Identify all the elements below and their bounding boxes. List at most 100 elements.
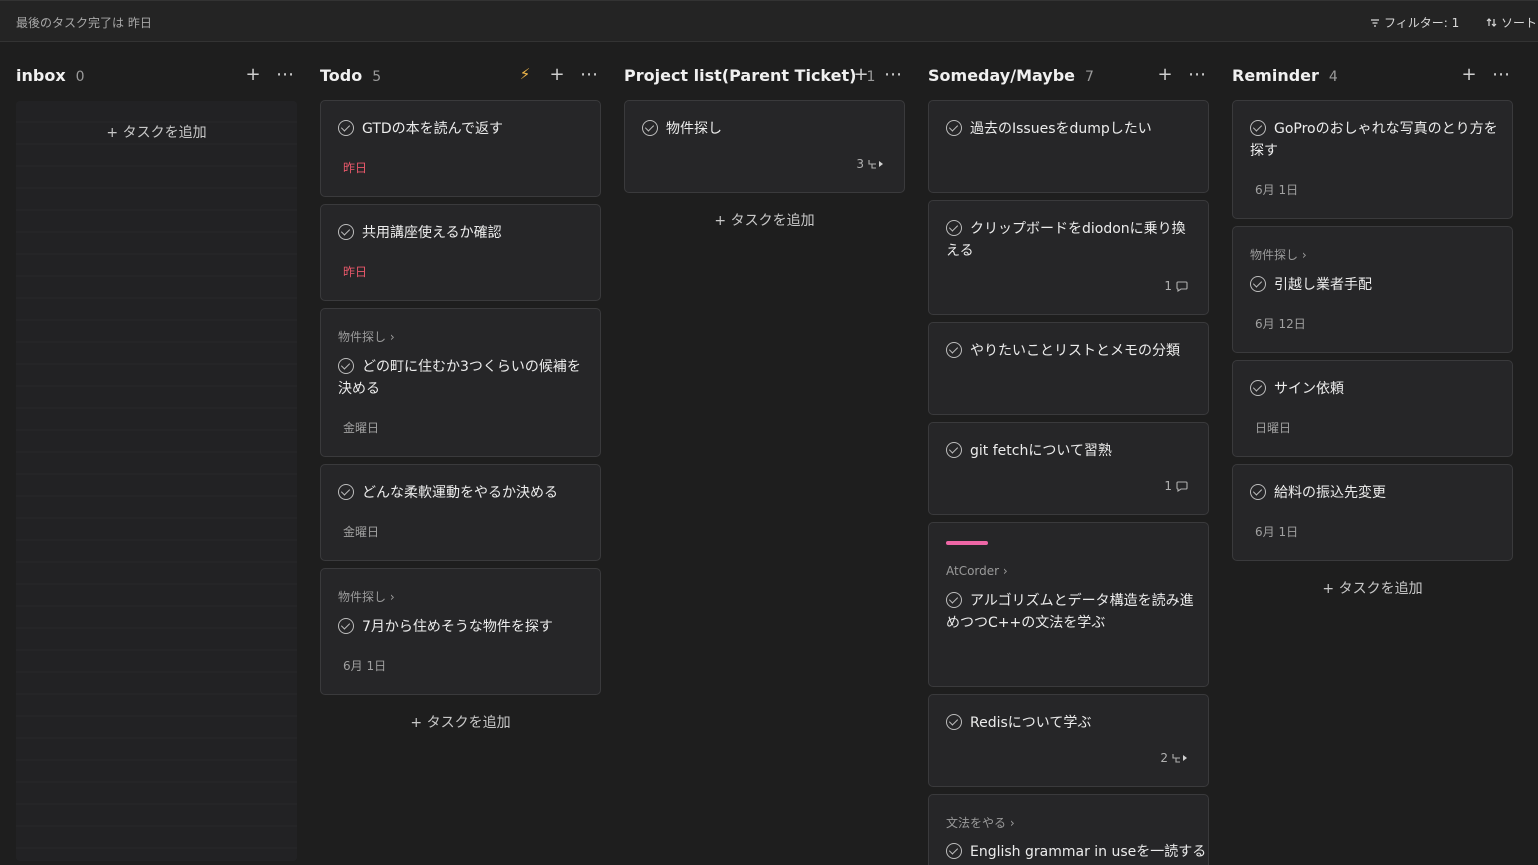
more-icon[interactable]: ⋯ (884, 62, 902, 86)
check-circle-icon[interactable] (1250, 380, 1266, 396)
task-card[interactable]: サイン依頼 日曜日 (1232, 360, 1513, 457)
task-card[interactable]: やりたいことリストとメモの分類 (928, 322, 1209, 415)
column-todo: Todo 5 ⚡ + ⋯ GTDの本を読んで返す 昨日 共用講座使えるか確認 昨日… (320, 42, 602, 731)
task-card[interactable]: どんな柔軟運動をやるか決める 金曜日 (320, 464, 601, 561)
column-title: Someday/Maybe 7 (928, 66, 1094, 85)
task-card[interactable]: 共用講座使えるか確認 昨日 (320, 204, 601, 301)
due-date: 昨日 (343, 161, 368, 175)
comment-count[interactable]: 1 (1164, 279, 1188, 293)
add-task-button[interactable]: + タスクを追加 (624, 210, 905, 230)
add-icon[interactable]: + (1460, 62, 1478, 86)
task-card[interactable]: 物件探し › 引越し業者手配 6月 12日 (1232, 226, 1513, 353)
task-title: どんな柔軟運動をやるか決める (362, 485, 558, 501)
check-circle-icon[interactable] (338, 120, 354, 136)
column-inbox: inbox 0 + ⋯ + タスクを追加 (16, 42, 298, 861)
column-reminder: Reminder 4 + ⋯ GoProのおしゃれな写真のとり方を探す 6月 1日… (1232, 42, 1514, 597)
task-title: GoProのおしゃれな写真のとり方を探す (1250, 121, 1498, 159)
more-icon[interactable]: ⋯ (580, 62, 598, 86)
chevron-right-icon: › (389, 330, 395, 344)
column-count: 4 (1328, 69, 1338, 85)
column-count: 5 (372, 69, 382, 85)
check-circle-icon[interactable] (1250, 484, 1266, 500)
comment-icon (1176, 480, 1188, 492)
chevron-right-icon: › (1301, 248, 1307, 262)
task-card[interactable]: Redisについて学ぶ 2 (928, 694, 1209, 787)
add-task-button[interactable]: + タスクを追加 (1232, 578, 1513, 598)
due-date: 6月 1日 (1255, 183, 1299, 197)
column-someday-maybe: Someday/Maybe 7 + ⋯ 過去のIssuesをdumpしたい クリッ… (928, 42, 1210, 865)
task-card[interactable]: GTDの本を読んで返す 昨日 (320, 100, 601, 197)
check-circle-icon[interactable] (946, 220, 962, 236)
add-icon[interactable]: + (1156, 62, 1174, 86)
column-title: inbox 0 (16, 66, 85, 85)
check-circle-icon[interactable] (946, 342, 962, 358)
subtask-icon (1172, 754, 1187, 763)
parent-task-link[interactable]: 物件探し › (1250, 246, 1307, 263)
task-title: 過去のIssuesをdumpしたい (970, 121, 1152, 137)
column-header: Project list(Parent Ticket) 1 + ⋯ (624, 42, 906, 106)
task-card[interactable]: AtCorder › アルゴリズムとデータ構造を読み進めつつC++の文法を学ぶ (928, 522, 1209, 687)
column-header: inbox 0 + ⋯ (16, 42, 298, 106)
due-date: 日曜日 (1255, 421, 1292, 435)
task-card[interactable]: git fetchについて習熟 1 (928, 422, 1209, 515)
bolt-icon[interactable]: ⚡ (516, 62, 534, 86)
parent-task-link[interactable]: 物件探し › (338, 588, 395, 605)
add-icon[interactable]: + (548, 62, 566, 86)
check-circle-icon[interactable] (338, 618, 354, 634)
parent-task-link[interactable]: AtCorder › (946, 564, 1008, 578)
filter-button[interactable]: フィルター: 1 (1370, 14, 1459, 31)
column-title: Project list(Parent Ticket) 1 (624, 66, 876, 85)
check-circle-icon[interactable] (642, 120, 658, 136)
due-date: 6月 12日 (1255, 317, 1306, 331)
comment-icon (1176, 280, 1188, 292)
parent-task-link[interactable]: 物件探し › (338, 328, 395, 345)
filter-label: フィルター: 1 (1384, 16, 1460, 30)
task-title: GTDの本を読んで返す (362, 121, 503, 137)
check-circle-icon[interactable] (946, 120, 962, 136)
check-circle-icon[interactable] (1250, 276, 1266, 292)
sort-button[interactable]: ソート (1486, 14, 1537, 31)
task-title: 共用講座使えるか確認 (362, 225, 502, 241)
parent-task-link[interactable]: 文法をやる › (946, 814, 1015, 831)
task-card[interactable]: 物件探し › どの町に住むか3つくらいの候補を決める 金曜日 (320, 308, 601, 457)
check-circle-icon[interactable] (946, 843, 962, 859)
check-circle-icon[interactable] (946, 442, 962, 458)
add-icon[interactable]: + (244, 62, 262, 86)
add-task-button[interactable]: + タスクを追加 (320, 712, 601, 732)
column-header: Todo 5 ⚡ + ⋯ (320, 42, 602, 106)
sort-label: ソート (1501, 16, 1538, 30)
check-circle-icon[interactable] (946, 714, 962, 730)
more-icon[interactable]: ⋯ (276, 62, 294, 86)
comment-count[interactable]: 1 (1164, 479, 1188, 493)
check-circle-icon[interactable] (338, 358, 354, 374)
task-title: 7月から住めそうな物件を探す (362, 619, 553, 635)
column-project-list: Project list(Parent Ticket) 1 + ⋯ 物件探し 3 … (624, 42, 906, 229)
check-circle-icon[interactable] (338, 484, 354, 500)
task-card[interactable]: 文法をやる › English grammar in useを一読する (928, 794, 1209, 865)
label-color-bar (946, 541, 988, 545)
subtask-count[interactable]: 2 (1160, 751, 1188, 765)
add-task-button[interactable]: + タスクを追加 (16, 122, 297, 142)
more-icon[interactable]: ⋯ (1188, 62, 1206, 86)
subtask-count[interactable]: 3 (856, 157, 884, 171)
task-title: やりたいことリストとメモの分類 (970, 343, 1180, 359)
task-title: アルゴリズムとデータ構造を読み進めつつC++の文法を学ぶ (946, 593, 1194, 631)
column-count: 7 (1085, 69, 1094, 85)
task-title: クリップボードをdiodonに乗り換える (946, 221, 1186, 259)
task-title: Redisについて学ぶ (970, 715, 1092, 731)
due-date: 金曜日 (343, 421, 380, 435)
task-card[interactable]: 過去のIssuesをdumpしたい (928, 100, 1209, 193)
task-card[interactable]: 物件探し 3 (624, 100, 905, 193)
add-icon[interactable]: + (852, 62, 870, 86)
task-card[interactable]: クリップボードをdiodonに乗り換える 1 (928, 200, 1209, 315)
column-title: Reminder 4 (1232, 66, 1338, 85)
task-title: 引越し業者手配 (1274, 277, 1372, 293)
top-bar: 最後のタスク完了は 昨日 フィルター: 1 ソート (0, 0, 1538, 42)
more-icon[interactable]: ⋯ (1492, 62, 1510, 86)
check-circle-icon[interactable] (338, 224, 354, 240)
task-card[interactable]: 給料の振込先変更 6月 1日 (1232, 464, 1513, 561)
task-card[interactable]: GoProのおしゃれな写真のとり方を探す 6月 1日 (1232, 100, 1513, 219)
check-circle-icon[interactable] (1250, 120, 1266, 136)
task-card[interactable]: 物件探し › 7月から住めそうな物件を探す 6月 1日 (320, 568, 601, 695)
check-circle-icon[interactable] (946, 592, 962, 608)
